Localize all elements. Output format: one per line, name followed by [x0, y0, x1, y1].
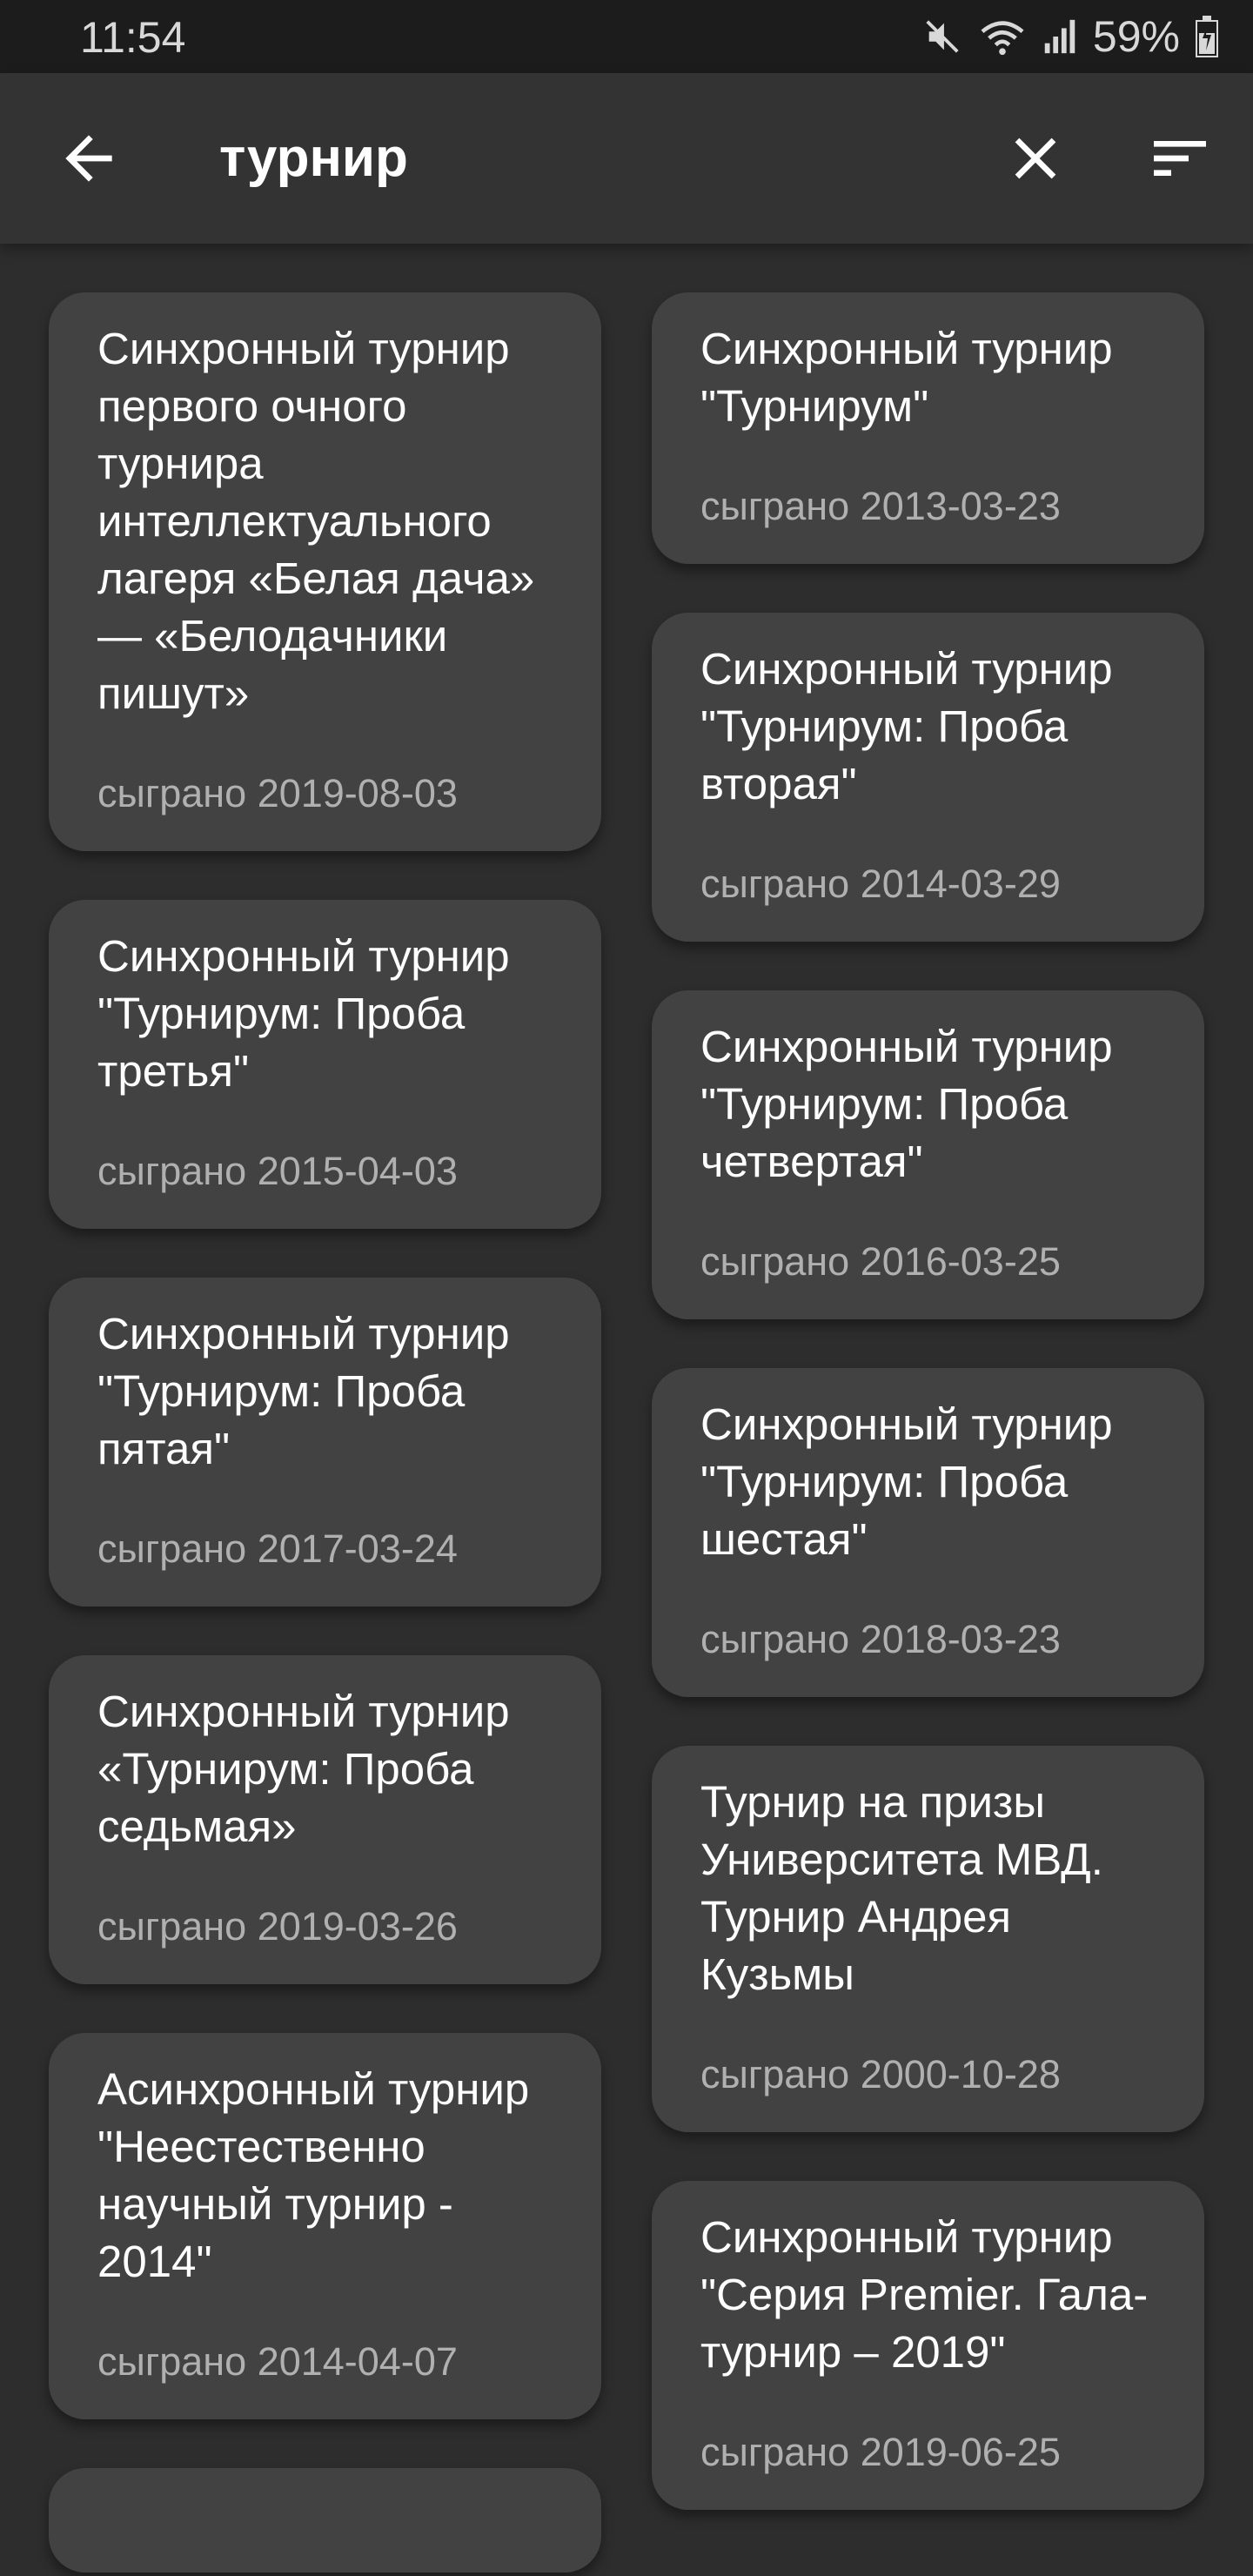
results-column-right: Синхронный турнир "Турнирум" сыграно 201… [652, 292, 1204, 2573]
tournament-title: Синхронный турнир «Турнирум: Проба седьм… [97, 1687, 510, 1851]
battery-percent: 59% [1092, 12, 1180, 61]
tournament-date: сыграно 2014-03-29 [700, 862, 1061, 906]
tournament-date: сыграно 2015-04-03 [97, 1149, 458, 1193]
tournament-card[interactable]: Асинхронный турнир "Неестественно научны… [49, 2033, 601, 2419]
tournament-title: Синхронный турнир "Турнирум: Проба шеста… [700, 1399, 1113, 1564]
tournament-card[interactable]: Синхронный турнир "Турнирум: Проба треть… [49, 900, 601, 1229]
tournament-card[interactable]: Синхронный турнир "Турнирум" сыграно 201… [652, 292, 1204, 564]
wifi-icon [978, 17, 1027, 57]
tournament-title: Асинхронный турнир "Неестественно научны… [97, 2064, 530, 2286]
tournament-card[interactable]: Синхронный турнир "Серия Premier. Гала-т… [652, 2181, 1204, 2510]
tournament-date: сыграно 2018-03-23 [700, 1617, 1061, 1661]
tournament-title: Синхронный турнир "Турнирум" [700, 324, 1113, 431]
tournament-card[interactable]: Синхронный турнир первого очного турнира… [49, 292, 601, 851]
sort-button[interactable] [1145, 124, 1215, 193]
tournament-title: Синхронный турнир "Турнирум: Проба треть… [97, 931, 510, 1096]
tournament-card[interactable]: Турнир на призы Университета МВД. Турнир… [652, 1746, 1204, 2132]
search-input[interactable]: турнир [219, 124, 408, 193]
back-button[interactable] [54, 124, 124, 193]
tournament-card[interactable]: Синхронный турнир "Турнирум: Проба шеста… [652, 1368, 1204, 1697]
battery-icon [1196, 16, 1218, 57]
sort-icon [1154, 141, 1206, 176]
signal-icon [1042, 17, 1077, 57]
mute-icon [922, 17, 962, 57]
status-time: 11:54 [80, 13, 186, 62]
tournament-date: сыграно 2013-03-23 [700, 484, 1061, 528]
tournament-date: сыграно 2019-03-26 [97, 1904, 458, 1949]
tournament-title: Турнир на призы Университета МВД. Турнир… [700, 1777, 1103, 1999]
tournament-title: Синхронный турнир "Серия Premier. Гала-т… [700, 2212, 1149, 2377]
back-arrow-icon [65, 135, 112, 182]
tournament-card[interactable]: Синхронный турнир «Турнирум: Проба седьм… [49, 1655, 601, 1984]
tournament-date: сыграно 2019-06-25 [700, 2430, 1061, 2474]
tournament-card[interactable]: Синхронный турнир "Турнирум: Проба втора… [652, 613, 1204, 942]
tournament-title: Синхронный турнир "Турнирум: Проба четве… [700, 1022, 1113, 1186]
tournament-card-partial[interactable] [49, 2468, 601, 2573]
tournament-date: сыграно 2019-08-03 [97, 771, 458, 815]
status-icons: 59% [922, 10, 1218, 63]
tournament-card[interactable]: Синхронный турнир "Турнирум: Проба пятая… [49, 1278, 601, 1607]
tournament-title: Синхронный турнир "Турнирум: Проба пятая… [97, 1309, 510, 1473]
tournament-title: Синхронный турнир первого очного турнира… [97, 324, 535, 718]
results-column-left: Синхронный турнир первого очного турнира… [49, 292, 601, 2573]
close-icon [1015, 138, 1056, 179]
tournament-date: сыграно 2000-10-28 [700, 2052, 1061, 2096]
status-bar: 11:54 59% [0, 0, 1253, 73]
search-app-bar: турнир [0, 73, 1253, 244]
tournament-date: сыграно 2016-03-25 [700, 1239, 1061, 1284]
tournament-card[interactable]: Синхронный турнир "Турнирум: Проба четве… [652, 990, 1204, 1319]
tournament-date: сыграно 2017-03-24 [97, 1526, 458, 1571]
tournament-date: сыграно 2014-04-07 [97, 2339, 458, 2384]
clear-search-button[interactable] [1001, 124, 1070, 193]
results-grid: Синхронный турнир первого очного турнира… [49, 292, 1204, 2573]
tournament-title: Синхронный турнир "Турнирум: Проба втора… [700, 644, 1113, 808]
